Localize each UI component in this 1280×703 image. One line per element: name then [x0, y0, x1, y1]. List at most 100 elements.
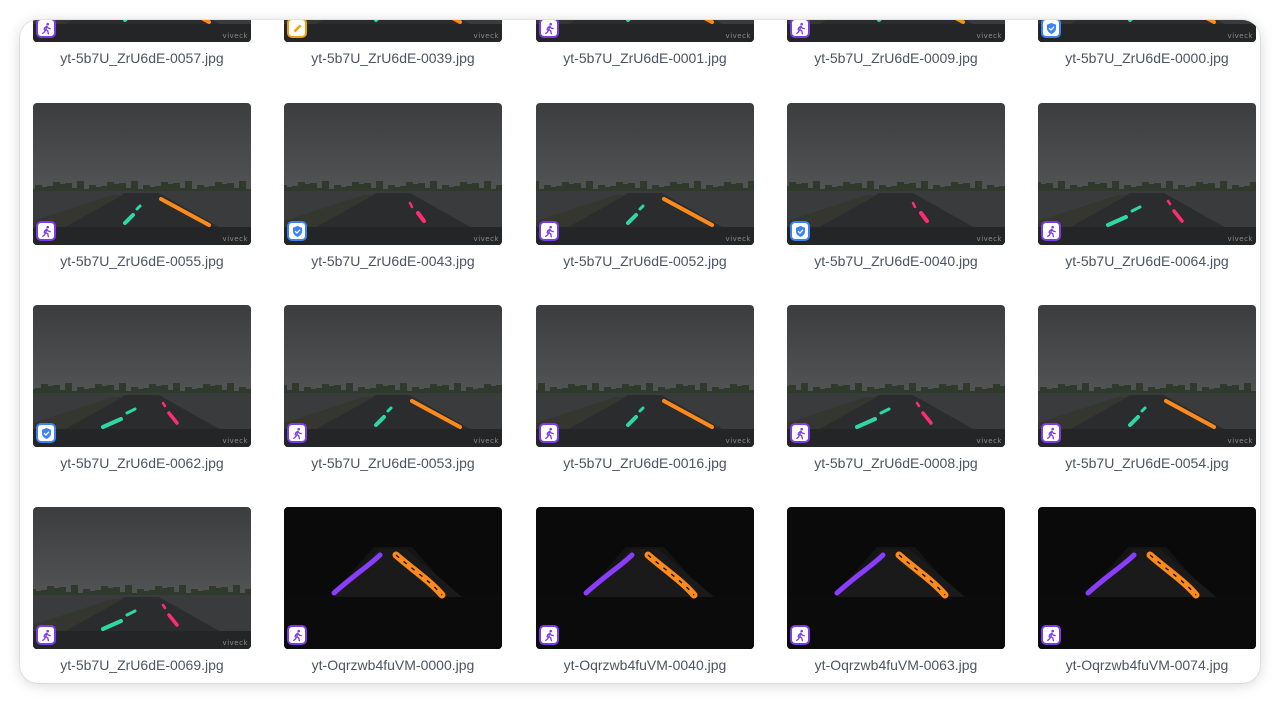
- gallery-item[interactable]: viveck yt-5b7U_ZrU6dE-0064.jpg: [1038, 103, 1256, 269]
- watermark: viveck: [222, 437, 248, 445]
- pedestrian-icon: [794, 629, 807, 642]
- status-badge[interactable]: [790, 221, 810, 241]
- image-thumbnail[interactable]: [284, 507, 502, 649]
- watermark: viveck: [1227, 32, 1253, 40]
- gallery-item[interactable]: yt-Oqrzwb4fuVM-0063.jpg: [787, 507, 1005, 673]
- gallery-item[interactable]: viveck yt-5b7U_ZrU6dE-0069.jpg: [33, 507, 251, 673]
- pencil-icon: [291, 22, 304, 35]
- image-filename: yt-5b7U_ZrU6dE-0008.jpg: [814, 455, 978, 471]
- image-thumbnail[interactable]: viveck: [1038, 20, 1256, 42]
- status-badge[interactable]: [287, 20, 307, 38]
- status-badge[interactable]: [36, 221, 56, 241]
- pedestrian-icon: [543, 427, 556, 440]
- pedestrian-icon: [40, 22, 53, 35]
- status-badge[interactable]: [1041, 625, 1061, 645]
- image-thumbnail[interactable]: viveck: [787, 20, 1005, 42]
- status-badge[interactable]: [539, 625, 559, 645]
- image-filename: yt-5b7U_ZrU6dE-0054.jpg: [1065, 455, 1229, 471]
- status-badge[interactable]: [790, 625, 810, 645]
- status-badge[interactable]: [1041, 20, 1061, 38]
- image-thumbnail[interactable]: viveck: [33, 507, 251, 649]
- image-thumbnail[interactable]: viveck: [1038, 305, 1256, 447]
- status-badge[interactable]: [790, 20, 810, 38]
- image-filename: yt-5b7U_ZrU6dE-0016.jpg: [563, 455, 727, 471]
- status-badge[interactable]: [36, 625, 56, 645]
- status-badge[interactable]: [539, 221, 559, 241]
- image-thumbnail[interactable]: viveck: [284, 103, 502, 245]
- image-filename: yt-5b7U_ZrU6dE-0040.jpg: [814, 253, 978, 269]
- watermark: viveck: [473, 32, 499, 40]
- gallery-item[interactable]: viveck yt-5b7U_ZrU6dE-0052.jpg: [536, 103, 754, 269]
- shield-check-icon: [1045, 22, 1058, 35]
- gallery-item[interactable]: viveck yt-5b7U_ZrU6dE-0040.jpg: [787, 103, 1005, 269]
- image-filename: yt-5b7U_ZrU6dE-0001.jpg: [563, 50, 727, 66]
- status-badge[interactable]: [539, 20, 559, 38]
- gallery-item[interactable]: viveck yt-5b7U_ZrU6dE-0043.jpg: [284, 103, 502, 269]
- status-badge[interactable]: [287, 423, 307, 443]
- gallery-item[interactable]: yt-Oqrzwb4fuVM-0074.jpg: [1038, 507, 1256, 673]
- gallery-item[interactable]: viveck yt-5b7U_ZrU6dE-0062.jpg: [33, 305, 251, 471]
- gallery-item[interactable]: viveck yt-5b7U_ZrU6dE-0053.jpg: [284, 305, 502, 471]
- watermark: viveck: [222, 32, 248, 40]
- pedestrian-icon: [1045, 225, 1058, 238]
- image-filename: yt-5b7U_ZrU6dE-0057.jpg: [60, 50, 224, 66]
- gallery-item[interactable]: viveck yt-5b7U_ZrU6dE-0057.jpg: [33, 20, 251, 66]
- status-badge[interactable]: [1041, 221, 1061, 241]
- gallery-item[interactable]: viveck yt-5b7U_ZrU6dE-0001.jpg: [536, 20, 754, 66]
- image-thumbnail[interactable]: viveck: [787, 305, 1005, 447]
- watermark: viveck: [1227, 437, 1253, 445]
- image-filename: yt-5b7U_ZrU6dE-0069.jpg: [60, 657, 224, 673]
- pedestrian-icon: [794, 22, 807, 35]
- image-thumbnail[interactable]: [1038, 507, 1256, 649]
- pedestrian-icon: [543, 225, 556, 238]
- gallery-item[interactable]: yt-Oqrzwb4fuVM-0000.jpg: [284, 507, 502, 673]
- image-thumbnail[interactable]: viveck: [33, 20, 251, 42]
- image-thumbnail[interactable]: viveck: [1038, 103, 1256, 245]
- gallery-item[interactable]: viveck yt-5b7U_ZrU6dE-0039.jpg: [284, 20, 502, 66]
- status-badge[interactable]: [36, 423, 56, 443]
- image-thumbnail[interactable]: viveck: [536, 20, 754, 42]
- gallery-item[interactable]: viveck yt-5b7U_ZrU6dE-0000.jpg: [1038, 20, 1256, 66]
- image-thumbnail[interactable]: viveck: [284, 20, 502, 42]
- pedestrian-icon: [1045, 427, 1058, 440]
- image-thumbnail[interactable]: viveck: [33, 305, 251, 447]
- status-badge[interactable]: [539, 423, 559, 443]
- gallery-item[interactable]: viveck yt-5b7U_ZrU6dE-0008.jpg: [787, 305, 1005, 471]
- watermark: viveck: [222, 639, 248, 647]
- watermark: viveck: [725, 235, 751, 243]
- pedestrian-icon: [794, 427, 807, 440]
- pedestrian-icon: [1045, 629, 1058, 642]
- status-badge[interactable]: [790, 423, 810, 443]
- image-thumbnail[interactable]: viveck: [787, 103, 1005, 245]
- image-filename: yt-5b7U_ZrU6dE-0000.jpg: [1065, 50, 1229, 66]
- watermark: viveck: [976, 235, 1002, 243]
- image-thumbnail[interactable]: viveck: [284, 305, 502, 447]
- pedestrian-icon: [291, 629, 304, 642]
- image-thumbnail[interactable]: viveck: [536, 305, 754, 447]
- image-thumbnail[interactable]: viveck: [536, 103, 754, 245]
- gallery-item[interactable]: viveck yt-5b7U_ZrU6dE-0016.jpg: [536, 305, 754, 471]
- gallery-item[interactable]: viveck yt-5b7U_ZrU6dE-0054.jpg: [1038, 305, 1256, 471]
- pedestrian-icon: [40, 629, 53, 642]
- image-thumbnail[interactable]: [787, 507, 1005, 649]
- gallery-item[interactable]: yt-Oqrzwb4fuVM-0040.jpg: [536, 507, 754, 673]
- image-thumbnail[interactable]: viveck: [33, 103, 251, 245]
- watermark: viveck: [725, 32, 751, 40]
- pedestrian-icon: [543, 22, 556, 35]
- pedestrian-icon: [40, 225, 53, 238]
- gallery-item[interactable]: viveck yt-5b7U_ZrU6dE-0055.jpg: [33, 103, 251, 269]
- status-badge[interactable]: [36, 20, 56, 38]
- pedestrian-icon: [543, 629, 556, 642]
- watermark: viveck: [473, 437, 499, 445]
- status-badge[interactable]: [287, 625, 307, 645]
- shield-check-icon: [40, 427, 53, 440]
- image-thumbnail[interactable]: [536, 507, 754, 649]
- gallery-item[interactable]: viveck yt-5b7U_ZrU6dE-0009.jpg: [787, 20, 1005, 66]
- watermark: viveck: [976, 32, 1002, 40]
- status-badge[interactable]: [287, 221, 307, 241]
- image-filename: yt-Oqrzwb4fuVM-0040.jpg: [563, 657, 727, 673]
- status-badge[interactable]: [1041, 423, 1061, 443]
- watermark: viveck: [725, 437, 751, 445]
- shield-check-icon: [291, 225, 304, 238]
- image-grid: viveck yt-5b7U_ZrU6dE-0057.jpg viveck yt-5…: [20, 20, 1260, 683]
